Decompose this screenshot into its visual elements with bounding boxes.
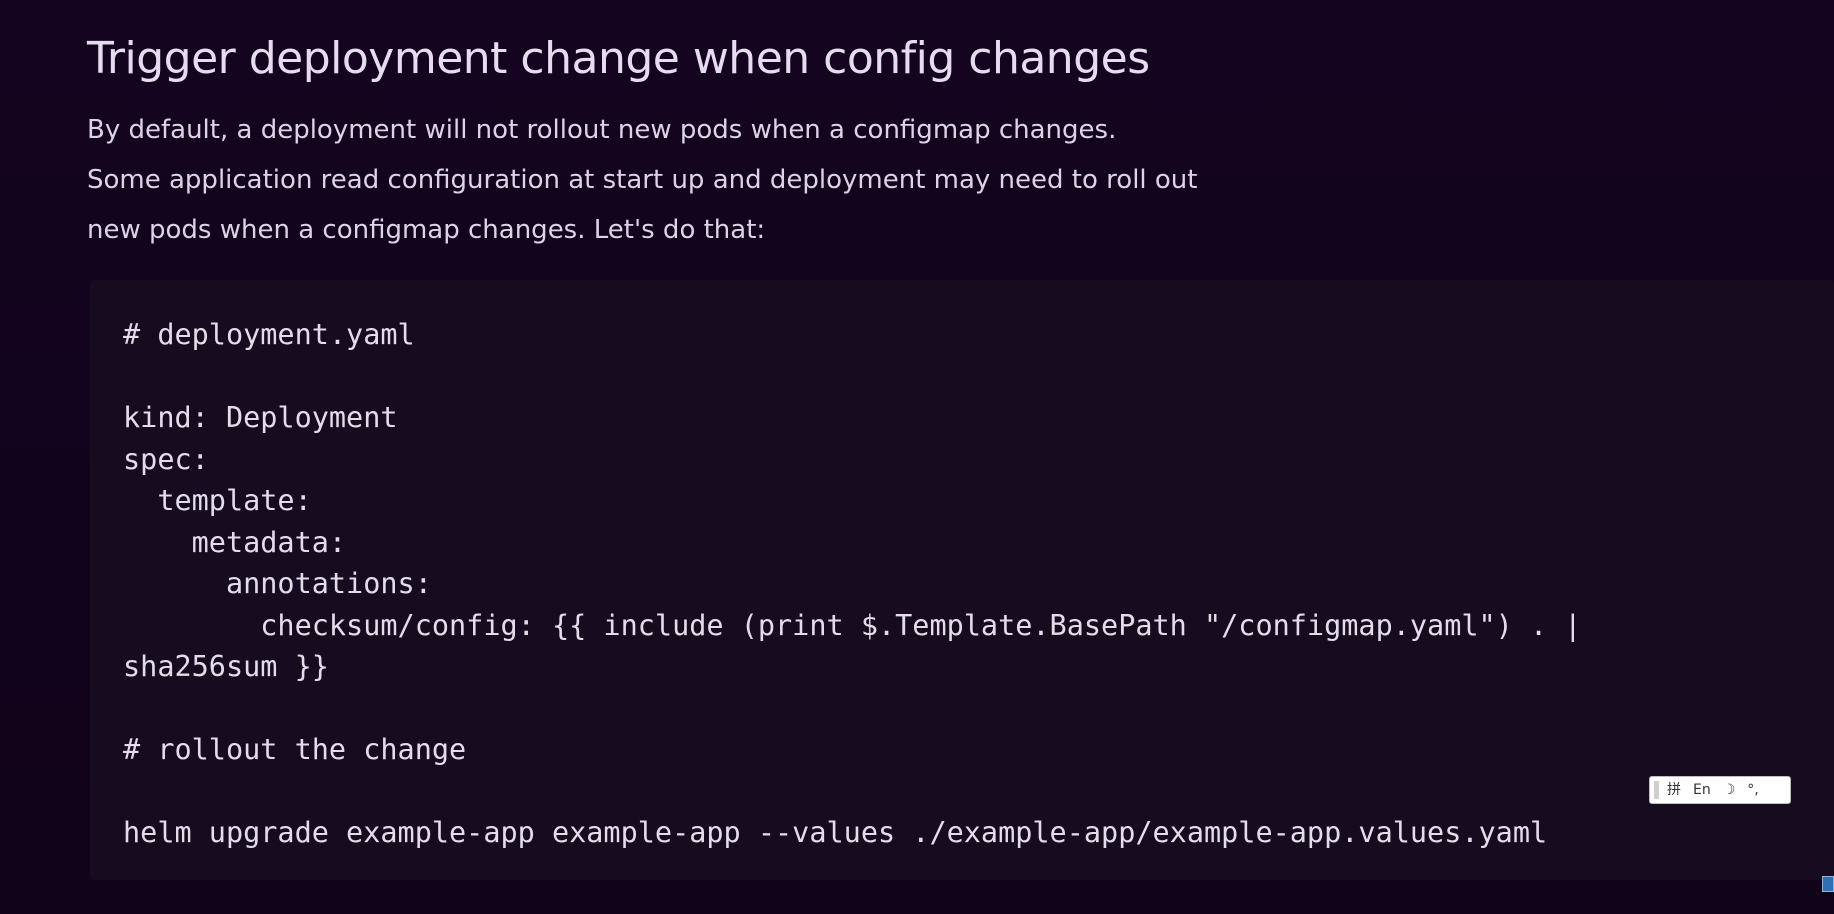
code-line: kind: Deployment [123, 401, 398, 434]
intro-line: new pods when a configmap changes. Let's… [87, 215, 766, 245]
section-title: Trigger deployment change when config ch… [87, 33, 1150, 84]
punctuation-toggle-icon[interactable]: °, [1747, 776, 1758, 804]
moon-icon[interactable]: ☽ [1723, 776, 1736, 804]
code-line: helm upgrade example-app example-app --v… [123, 816, 1548, 849]
code-line: template: [123, 484, 312, 517]
taskbar-app-icon[interactable] [1822, 876, 1834, 892]
code-line: # rollout the change [123, 733, 467, 766]
ime-toolbar[interactable]: 拼 En ☽ °, [1649, 776, 1791, 804]
code-line: metadata: [123, 525, 347, 559]
code-line: spec: [123, 442, 209, 476]
page-background: Trigger deployment change when config ch… [0, 0, 1834, 914]
intro-paragraph: By default, a deployment will not rollou… [87, 105, 1387, 255]
intro-line: Some application read configuration at s… [87, 165, 1198, 195]
code-listing[interactable]: # deployment.yaml kind: Deployment spec: t… [123, 314, 1581, 854]
code-line: # deployment.yaml [123, 318, 415, 351]
ime-language-toggle[interactable]: En [1693, 776, 1711, 804]
ime-mode-toggle[interactable]: 拼 [1667, 776, 1681, 804]
code-line: checksum/config: {{ include (print $.Tem… [123, 608, 1582, 642]
intro-line: By default, a deployment will not rollou… [87, 115, 1117, 145]
code-line: annotations: [123, 567, 432, 600]
drag-handle[interactable] [1654, 781, 1659, 799]
code-line: sha256sum }} [123, 650, 329, 683]
